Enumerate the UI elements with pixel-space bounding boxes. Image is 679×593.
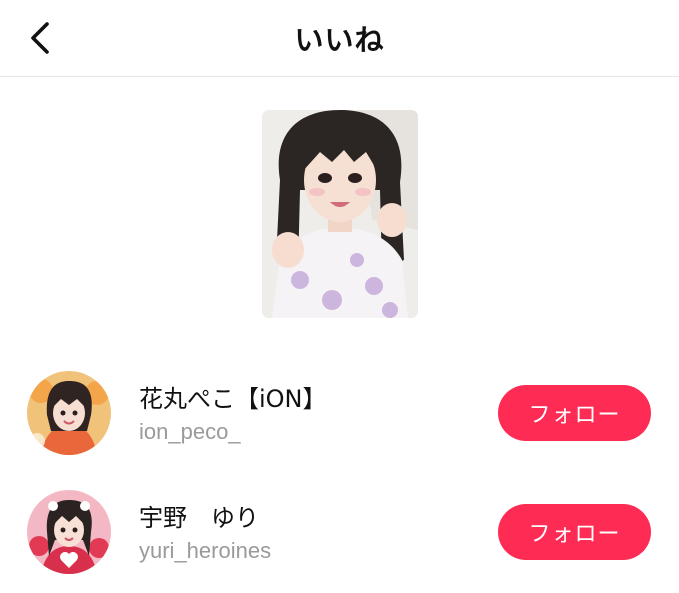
follow-button[interactable]: フォロー [498, 385, 651, 441]
user-handle: yuri_heroines [139, 538, 272, 563]
avatar[interactable] [27, 490, 111, 574]
user-avatar-image [27, 490, 111, 574]
user-handle: ion_peco_ [139, 419, 241, 444]
list-item[interactable]: 花丸ぺこ【iON】 ion_peco_ フォロー [0, 371, 679, 461]
user-avatar-image [27, 371, 111, 455]
list-item[interactable]: 宇野 ゆり yuri_heroines フォロー [0, 490, 679, 580]
avatar[interactable] [27, 371, 111, 455]
liked-post-thumbnail[interactable] [262, 110, 418, 318]
follow-button[interactable]: フォロー [498, 504, 651, 560]
top-navigation-bar: いいね [0, 0, 679, 77]
user-display-name[interactable]: 花丸ぺこ【iON】 [139, 379, 327, 414]
page-title: いいね [294, 23, 385, 57]
user-display-name[interactable]: 宇野 ゆり [139, 498, 259, 533]
girl-photo-thumbnail [262, 110, 418, 318]
